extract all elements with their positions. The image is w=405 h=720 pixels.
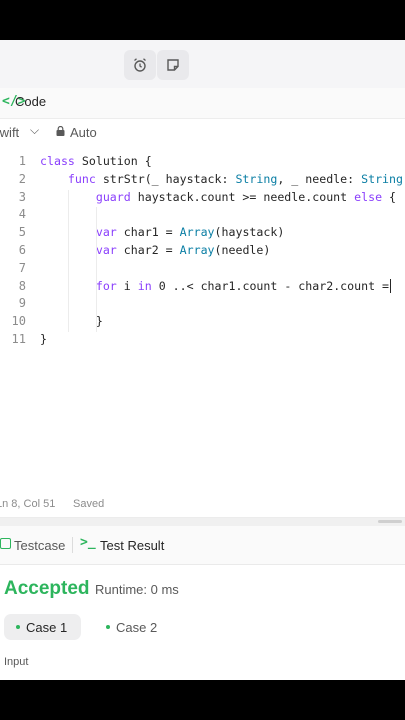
line-number: 8 <box>18 278 26 293</box>
code-token: Solution { <box>74 154 152 168</box>
line-number: 11 <box>11 332 26 346</box>
code-line[interactable]: } <box>40 332 47 346</box>
code-token: 0 ..< char1.count - char2.count = <box>151 278 390 293</box>
case-2-button[interactable]: Case 2 <box>94 614 164 640</box>
code-token: , _ needle: <box>277 171 362 186</box>
code-token: class <box>40 154 75 168</box>
code-token: char2 = <box>116 243 180 257</box>
chevron-down-icon[interactable]: ⌵ <box>30 123 39 138</box>
code-token: char1 = <box>116 225 180 240</box>
line-number: 10 <box>11 314 26 329</box>
code-line[interactable]: guard haystack.count >= needle.count els… <box>40 190 405 204</box>
passed-dot-icon <box>106 625 110 629</box>
leetcode-editor-app: </> Code Swift ⌵ Auto 1 class Solution { 2… <box>0 40 405 680</box>
passed-dot-icon <box>16 625 20 629</box>
code-token: in <box>137 278 152 293</box>
code-token: for <box>95 278 117 293</box>
code-token: var <box>95 243 117 257</box>
language-bar: Swift ⌵ Auto <box>0 118 405 146</box>
code-editor[interactable]: 1 class Solution { 2 func strStr(_ haystac… <box>0 146 405 491</box>
bottom-black-bar <box>0 680 405 720</box>
result-status: Accepted <box>4 578 90 599</box>
panel-divider[interactable] <box>0 518 405 526</box>
code-token: (needle) <box>214 243 271 257</box>
code-token: String <box>235 171 278 186</box>
top-black-bar <box>0 0 405 40</box>
indent-guide <box>96 207 97 332</box>
line-number: 9 <box>18 296 26 311</box>
code-token: Array <box>179 225 215 240</box>
runtime-label: Runtime: 0 ms <box>95 582 179 597</box>
code-token: Array <box>179 243 215 257</box>
input-label: Input <box>4 656 29 668</box>
checkbox-icon <box>0 538 11 549</box>
code-token: var <box>95 225 117 240</box>
mode-label: Auto <box>70 125 97 140</box>
code-line[interactable]: var char2 = Array(needle) <box>40 243 271 257</box>
code-line[interactable]: for i in 0 ..< char1.count - char2.count… <box>40 278 392 293</box>
text-cursor: ​ <box>390 278 392 293</box>
code-line[interactable]: class Solution { <box>40 154 152 168</box>
line-number: 5 <box>18 225 26 240</box>
note-icon <box>167 59 179 71</box>
tab-test-result[interactable]: Test Result <box>100 538 164 553</box>
terminal-icon: >_ <box>80 535 96 550</box>
code-tab-label: Code <box>15 94 47 109</box>
line-number: 3 <box>18 189 26 204</box>
case-1-label: Case 1 <box>26 619 68 635</box>
tab-testcase[interactable]: Testcase <box>14 538 65 553</box>
toolbar <box>0 40 405 89</box>
code-token: } <box>40 332 47 346</box>
lock-icon <box>56 126 65 136</box>
code-line[interactable]: func strStr(_ haystack: String, _ needle… <box>40 172 405 186</box>
case-1-button[interactable]: Case 1 <box>4 614 81 640</box>
line-number: 7 <box>18 260 26 275</box>
line-number: 2 <box>18 171 26 186</box>
alarm-clock-icon <box>134 58 146 72</box>
language-selector[interactable]: Swift <box>0 125 19 140</box>
code-line[interactable]: var char1 = Array(haystack) <box>40 225 285 240</box>
code-token: { r <box>389 189 405 204</box>
code-token: i <box>116 278 138 293</box>
line-number: 1 <box>18 154 26 168</box>
code-token: haystack.count >= needle.count <box>130 189 355 204</box>
case-2-label: Case 2 <box>116 619 158 635</box>
tab-separator <box>72 537 73 553</box>
code-token: String <box>361 171 403 186</box>
line-number: 6 <box>18 243 26 257</box>
indent-guide <box>68 189 69 332</box>
line-number: 4 <box>18 207 26 222</box>
cursor-position: Ln 8, Col 51 <box>0 498 56 510</box>
code-token: strStr(_ haystack: <box>95 171 236 186</box>
resize-handle[interactable] <box>378 520 402 523</box>
code-token: guard <box>95 189 131 204</box>
code-line[interactable]: } <box>40 314 103 328</box>
editor-status-bar: Ln 8, Col 51 Saved <box>0 491 405 518</box>
code-token: else <box>354 189 383 204</box>
code-token: func <box>67 171 96 186</box>
code-panel-tab[interactable]: </> Code <box>0 88 405 119</box>
bottom-tabs: Testcase >_ Test Result <box>0 526 405 565</box>
code-token: (haystack) <box>214 225 285 240</box>
note-button[interactable] <box>157 50 189 80</box>
alarm-clock-button[interactable] <box>124 50 156 80</box>
saved-status: Saved <box>73 498 105 510</box>
